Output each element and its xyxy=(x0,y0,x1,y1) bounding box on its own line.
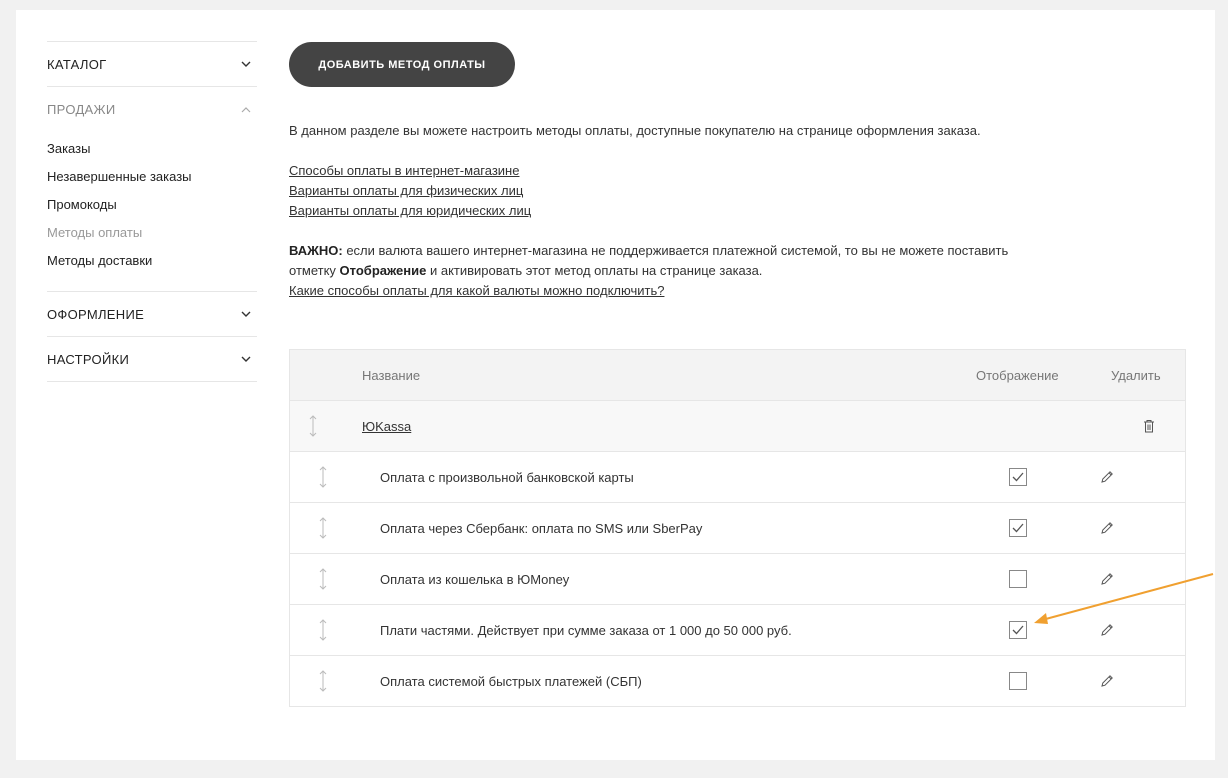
sidebar-section-label: НАСТРОЙКИ xyxy=(47,351,130,367)
table-row: Оплата из кошелька в ЮMoney xyxy=(290,554,1185,605)
payment-methods-table: Название Отображение Удалить ЮKassa Опла… xyxy=(289,349,1186,707)
chevron-down-icon xyxy=(241,309,251,319)
method-name: Плати частями. Действует при сумме заказ… xyxy=(380,622,792,638)
divider xyxy=(47,381,257,383)
drag-handle-icon[interactable] xyxy=(318,517,328,539)
drag-handle-icon[interactable] xyxy=(318,568,328,590)
link-legal-entities[interactable]: Варианты оплаты для юридических лиц xyxy=(289,201,531,221)
link-currency-methods[interactable]: Какие способы оплаты для какой валюты мо… xyxy=(289,281,664,301)
sidebar-section-label: ОФОРМЛЕНИЕ xyxy=(47,306,145,322)
sidebar-item-orders[interactable]: Заказы xyxy=(47,135,257,163)
link-individuals[interactable]: Варианты оплаты для физических лиц xyxy=(289,181,523,201)
table-row: Оплата через Сбербанк: оплата по SMS или… xyxy=(290,503,1185,554)
notice-text: и активировать этот метод оплаты на стра… xyxy=(426,263,763,278)
add-payment-method-button[interactable]: ДОБАВИТЬ МЕТОД ОПЛАТЫ xyxy=(289,42,515,87)
intro-text: В данном разделе вы можете настроить мет… xyxy=(289,123,981,138)
chevron-up-icon xyxy=(241,104,251,114)
pencil-icon[interactable] xyxy=(1100,572,1114,586)
drag-handle-icon[interactable] xyxy=(318,670,328,692)
sidebar-section-label: КАТАЛОГ xyxy=(47,56,107,72)
drag-handle-icon[interactable] xyxy=(318,466,328,488)
sidebar-item-payment-methods[interactable]: Методы оплаты xyxy=(47,219,257,247)
important-notice: ВАЖНО: если валюта вашего интернет-магаз… xyxy=(289,241,1186,301)
method-name: Оплата через Сбербанк: оплата по SMS или… xyxy=(380,520,703,536)
chevron-down-icon xyxy=(241,59,251,69)
sidebar-item-delivery-methods[interactable]: Методы доставки xyxy=(47,247,257,275)
sidebar-section-settings[interactable]: НАСТРОЙКИ xyxy=(47,336,257,381)
sidebar-section-sales[interactable]: ПРОДАЖИ xyxy=(47,86,257,131)
method-name: Оплата с произвольной банковской карты xyxy=(380,469,634,485)
main-content: ДОБАВИТЬ МЕТОД ОПЛАТЫ В данном разделе в… xyxy=(289,42,1186,301)
show-checkbox[interactable] xyxy=(1009,519,1027,537)
method-name: Оплата из кошелька в ЮMoney xyxy=(380,571,570,587)
help-links: Способы оплаты в интернет-магазине Вариа… xyxy=(289,161,1186,221)
show-checkbox[interactable] xyxy=(1009,621,1027,639)
sidebar-item-promocodes[interactable]: Промокоды xyxy=(47,191,257,219)
pencil-icon[interactable] xyxy=(1100,623,1114,637)
pencil-icon[interactable] xyxy=(1100,470,1114,484)
table-header: Название Отображение Удалить xyxy=(290,350,1185,401)
pencil-icon[interactable] xyxy=(1100,674,1114,688)
column-header-show: Отображение xyxy=(976,367,1059,383)
sidebar: КАТАЛОГ ПРОДАЖИ Заказы Незавершенные зак… xyxy=(47,41,257,383)
sidebar-item-unfinished-orders[interactable]: Незавершенные заказы xyxy=(47,163,257,191)
notice-bold: Отображение xyxy=(339,263,427,278)
table-row-group: ЮKassa xyxy=(290,401,1185,452)
show-checkbox[interactable] xyxy=(1009,672,1027,690)
link-payment-methods[interactable]: Способы оплаты в интернет-магазине xyxy=(289,161,519,181)
sidebar-section-label: ПРОДАЖИ xyxy=(47,101,116,117)
table-row: Оплата системой быстрых платежей (СБП) xyxy=(290,656,1185,706)
show-checkbox[interactable] xyxy=(1009,570,1027,588)
table-row: Плати частями. Действует при сумме заказ… xyxy=(290,605,1185,656)
column-header-delete: Удалить xyxy=(1111,367,1161,383)
table-row: Оплата с произвольной банковской карты xyxy=(290,452,1185,503)
pencil-icon[interactable] xyxy=(1100,521,1114,535)
trash-icon[interactable] xyxy=(1143,419,1155,433)
drag-handle-icon[interactable] xyxy=(308,415,318,437)
show-checkbox[interactable] xyxy=(1009,468,1027,486)
method-name: Оплата системой быстрых платежей (СБП) xyxy=(380,673,642,689)
sidebar-section-design[interactable]: ОФОРМЛЕНИЕ xyxy=(47,291,257,336)
group-name-link[interactable]: ЮKassa xyxy=(362,419,411,434)
sales-submenu: Заказы Незавершенные заказы Промокоды Ме… xyxy=(47,131,257,291)
column-header-name: Название xyxy=(362,367,421,383)
sidebar-section-catalog[interactable]: КАТАЛОГ xyxy=(47,41,257,86)
chevron-down-icon xyxy=(241,354,251,364)
important-label: ВАЖНО: xyxy=(289,243,343,258)
drag-handle-icon[interactable] xyxy=(318,619,328,641)
